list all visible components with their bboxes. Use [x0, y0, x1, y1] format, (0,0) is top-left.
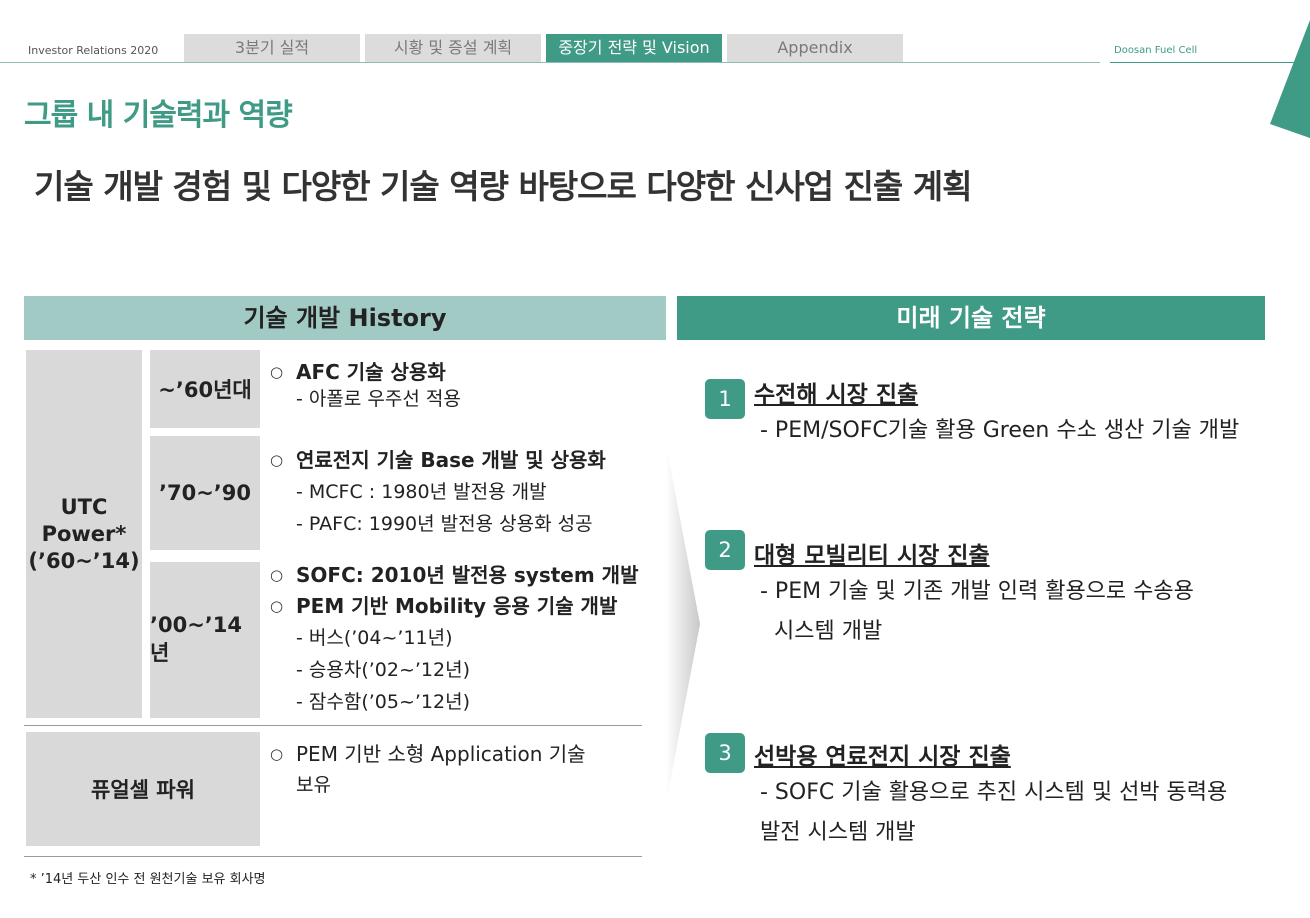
strategy-number-badge: 2 — [705, 530, 745, 570]
tab-strategy-vision[interactable]: 중장기 전략 및 Vision — [546, 34, 722, 62]
history-item: PEM 기반 소형 Application 기술 — [270, 739, 650, 770]
company-line: Power* — [41, 521, 127, 546]
period-detail: AFC 기술 상용화 - 아폴로 우주선 적용 — [270, 357, 650, 415]
strategy-title: 수전해 시장 진출 — [754, 382, 919, 408]
strategy-description: - PEM/SOFC기술 활용 Green 수소 생산 기술 개발 — [760, 418, 1240, 443]
tab-q3-results[interactable]: 3분기 실적 — [184, 34, 360, 62]
strategy-header: 미래 기술 전략 — [677, 296, 1265, 340]
strategy-title: 대형 모빌리티 시장 진출 — [754, 543, 990, 569]
strategy-title: 선박용 연료전지 시장 진출 — [754, 744, 1011, 770]
history-subitem: - 승용차(’02~’12년) — [296, 659, 470, 681]
period-detail: SOFC: 2010년 발전용 system 개발 PEM 기반 Mobilit… — [270, 560, 650, 718]
flow-arrow — [666, 444, 700, 804]
history-subitem: - PAFC: 1990년 발전용 상용화 성공 — [296, 513, 593, 535]
period-cell: ~’60년대 — [150, 350, 260, 428]
section-divider — [24, 725, 642, 726]
page-title: 그룹 내 기술력과 역량 — [24, 98, 293, 133]
history-subitem: - 아폴로 우주선 적용 — [296, 388, 461, 410]
company-line: (’60~’14) — [28, 548, 140, 573]
fuel-cell-power-cell: 퓨얼셀 파워 — [26, 732, 260, 846]
corner-decoration — [1270, 20, 1310, 138]
period-cell: ’00~’14년 — [150, 562, 260, 718]
header-divider — [0, 62, 1100, 63]
strategy-number-badge: 3 — [705, 733, 745, 773]
brand-label: Doosan Fuel Cell — [1114, 45, 1198, 56]
history-item: SOFC: 2010년 발전용 system 개발 — [270, 560, 650, 591]
tab-appendix[interactable]: Appendix — [727, 34, 903, 62]
history-item: 연료전지 기술 Base 개발 및 상용화 — [270, 445, 650, 476]
history-item: AFC 기술 상용화 — [270, 357, 650, 388]
period-cell: ’70~’90 — [150, 436, 260, 550]
strategy-description: - SOFC 기술 활용으로 추진 시스템 및 선박 동력용 — [760, 780, 1228, 805]
section-divider — [24, 856, 642, 857]
history-subitem: - MCFC : 1980년 발전용 개발 — [296, 481, 547, 503]
ir-label: Investor Relations 2020 — [28, 44, 159, 57]
strategy-number-badge: 1 — [705, 379, 745, 419]
history-subitem: - 잠수함(’05~’12년) — [296, 691, 470, 713]
strategy-description: 시스템 개발 — [760, 619, 883, 644]
period-detail: 연료전지 기술 Base 개발 및 상용화 - MCFC : 1980년 발전용… — [270, 445, 650, 540]
history-item-continuation: 보유 — [296, 774, 331, 796]
strategy-description: 발전 시스템 개발 — [760, 820, 916, 845]
fuel-cell-power-detail: PEM 기반 소형 Application 기술 보유 — [270, 739, 650, 801]
utc-power-cell: UTC Power* (’60~’14) — [26, 350, 142, 718]
company-line: UTC — [60, 494, 108, 519]
headline: 기술 개발 경험 및 다양한 기술 역량 바탕으로 다양한 신사업 진출 계획 — [34, 167, 972, 206]
history-item: PEM 기반 Mobility 응용 기술 개발 — [270, 591, 650, 622]
footnote: * ’14년 두산 인수 전 원천기술 보유 회사명 — [30, 872, 266, 887]
history-subitem: - 버스(’04~’11년) — [296, 627, 453, 649]
history-header: 기술 개발 History — [24, 296, 666, 340]
strategy-description: - PEM 기술 및 기존 개발 인력 활용으로 수송용 — [760, 579, 1194, 604]
tab-market-expansion[interactable]: 시황 및 증설 계획 — [365, 34, 541, 62]
